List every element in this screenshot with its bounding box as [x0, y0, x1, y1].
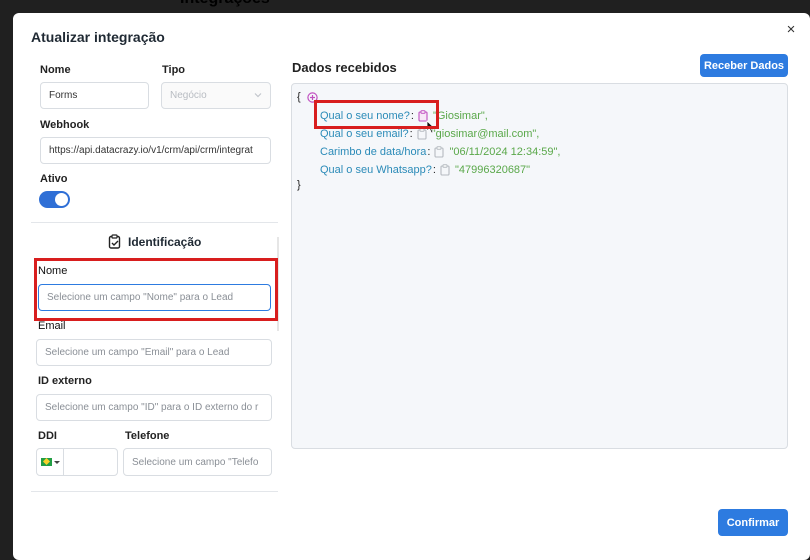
webhook-field[interactable]: https://api.datacrazy.io/v1/crm/api/crm/…	[40, 137, 271, 164]
chevron-down-icon	[254, 93, 262, 98]
id-externo-select[interactable]: Selecione um campo "ID" para o ID extern…	[36, 394, 272, 421]
json-value: "giosimar@mail.com",	[431, 128, 540, 140]
telefone-select[interactable]: Selecione um campo "Telefo	[123, 448, 272, 476]
tipo-select[interactable]: Negócio	[161, 82, 271, 109]
copy-icon[interactable]	[440, 164, 451, 176]
json-field-row: Qual o seu nome?: "Giosimar",	[320, 110, 488, 122]
json-colon: :	[432, 164, 436, 176]
id-externo-label: ID externo	[38, 375, 92, 387]
json-colon: :	[427, 146, 431, 158]
scrollbar[interactable]	[277, 237, 279, 331]
json-field-row: Qual o seu Whatsapp?: "47996320687"	[320, 164, 530, 176]
identificacao-title: Identificação	[128, 234, 202, 249]
dados-recebidos-title: Dados recebidos	[292, 60, 397, 75]
nome-field[interactable]: Forms	[40, 82, 149, 109]
json-key: Qual o seu nome?	[320, 110, 410, 122]
json-value: "06/11/2024 12:34:59",	[449, 146, 561, 158]
lead-email-select[interactable]: Selecione um campo "Email" para o Lead	[36, 339, 272, 366]
receber-dados-button[interactable]: Receber Dados	[700, 54, 788, 77]
json-colon: :	[410, 110, 414, 122]
update-integration-modal: Atualizar integração × Nome Forms Tipo N…	[13, 13, 810, 560]
ddi-label: DDI	[38, 430, 57, 442]
caret-down-icon	[53, 460, 60, 464]
background-page-title: Integrações	[180, 0, 270, 8]
lead-email-label: Email	[38, 320, 66, 332]
identificacao-header: Identificação	[108, 234, 201, 249]
close-icon[interactable]: ×	[783, 22, 799, 38]
divider	[31, 491, 278, 492]
plus-circle-icon[interactable]	[307, 92, 318, 103]
telefone-label: Telefone	[125, 430, 170, 442]
webhook-label: Webhook	[40, 119, 90, 131]
json-viewer: { } Qual o seu nome?: "Giosimar", Qual o…	[291, 83, 788, 449]
json-colon: :	[409, 128, 413, 140]
tipo-label: Tipo	[162, 64, 186, 76]
clipboard-check-icon	[108, 234, 121, 249]
lead-nome-label: Nome	[38, 265, 68, 277]
modal-title: Atualizar integração	[31, 29, 165, 45]
json-field-row: Carimbo de data/hora: "06/11/2024 12:34:…	[320, 146, 560, 158]
divider	[31, 222, 278, 223]
ativo-label: Ativo	[40, 173, 68, 185]
toggle-knob	[55, 193, 68, 206]
confirmar-button[interactable]: Confirmar	[718, 509, 788, 536]
json-value: "47996320687"	[454, 164, 531, 176]
copy-icon[interactable]	[434, 146, 445, 158]
json-open-brace: {	[297, 91, 301, 103]
nome-label: Nome	[40, 64, 71, 76]
cursor-icon	[426, 120, 436, 134]
country-picker[interactable]	[37, 449, 64, 475]
json-key: Carimbo de data/hora	[320, 146, 427, 158]
brazil-flag-icon	[40, 458, 52, 466]
json-close-brace: }	[297, 179, 301, 191]
json-key: Qual o seu Whatsapp?	[320, 164, 432, 176]
ddi-select[interactable]	[36, 448, 118, 476]
json-value: "Giosimar",	[432, 110, 488, 122]
json-key: Qual o seu email?	[320, 128, 409, 140]
ativo-toggle[interactable]	[39, 191, 70, 208]
tipo-value: Negócio	[170, 90, 207, 101]
lead-nome-select[interactable]: Selecione um campo "Nome" para o Lead	[38, 284, 271, 311]
